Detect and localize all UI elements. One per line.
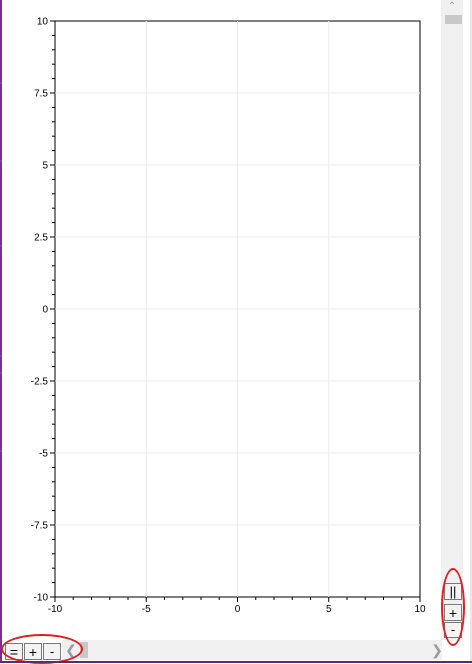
x-tick-label: 10 (414, 604, 426, 615)
x-tick-label: 5 (326, 604, 332, 615)
scroll-up-arrow-icon[interactable]: ⌃ (441, 0, 463, 14)
vertical-zoom-out-button[interactable]: - (444, 622, 462, 638)
x-tick-label: 0 (235, 604, 241, 615)
y-tick-label: -10 (34, 593, 49, 604)
x-tick-label: -10 (48, 604, 63, 615)
y-tick-label: 0 (42, 305, 48, 316)
scroll-left-arrow-icon[interactable]: ❮ (64, 640, 78, 660)
vertical-scroll-thumb[interactable] (445, 15, 462, 24)
horizontal-zoom-in-button[interactable]: + (24, 643, 42, 660)
x-tick-label: -5 (142, 604, 151, 615)
y-tick-label: 7.5 (34, 89, 48, 100)
horizontal-scroll-thumb[interactable] (80, 642, 88, 658)
horizontal-scrollbar[interactable]: ❮ ❯ (62, 640, 444, 660)
y-tick-label: 2.5 (34, 233, 48, 244)
y-tick-label: 5 (42, 161, 48, 172)
plot-area[interactable]: -10 -5 0 5 10 10 7.5 5 2.5 0 -2.5 -5 -7.5 -10 (0, 0, 441, 640)
y-tick-label: -7.5 (31, 521, 49, 532)
y-tick-label: -5 (39, 449, 48, 460)
y-tick-label: 10 (37, 17, 49, 28)
horizontal-zoom-out-button[interactable]: - (43, 643, 61, 660)
y-tick-label: -2.5 (31, 377, 49, 388)
horizontal-fit-button[interactable]: = (5, 643, 23, 660)
vertical-zoom-in-button[interactable]: + (444, 604, 462, 621)
vertical-fit-button[interactable]: || (444, 583, 462, 600)
vertical-scrollbar[interactable]: ⌃ (441, 0, 463, 640)
scroll-right-arrow-icon[interactable]: ❯ (430, 640, 444, 660)
